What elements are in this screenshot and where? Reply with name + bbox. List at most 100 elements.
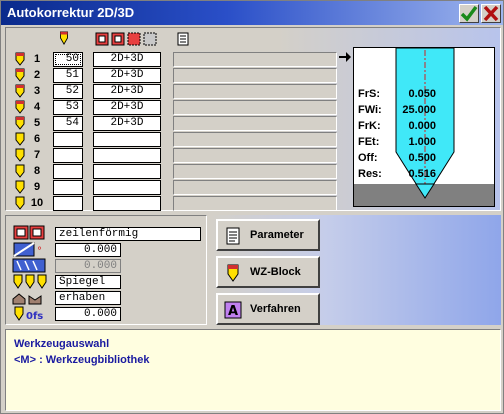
wz-block-button[interactable]: WZ-Block bbox=[216, 256, 320, 288]
tool-description-bar[interactable] bbox=[173, 164, 337, 179]
row-number: 4 bbox=[33, 101, 41, 113]
row-number: 1 bbox=[33, 53, 41, 65]
tool-description-bar[interactable] bbox=[173, 84, 337, 99]
depth-icon bbox=[12, 258, 46, 273]
preview-param-label: FrS: bbox=[358, 88, 380, 100]
mode-field[interactable] bbox=[93, 132, 161, 147]
tool-number-field[interactable]: 54 bbox=[53, 116, 83, 131]
tool-description-bar[interactable] bbox=[173, 52, 337, 67]
preview-param-row: FEt: 1.000 bbox=[358, 134, 436, 150]
offset-field[interactable]: 0.000 bbox=[55, 307, 121, 321]
tool-row: 8 bbox=[1, 164, 341, 179]
mode-field[interactable]: 2D+3D bbox=[93, 100, 161, 115]
tool-row: 2 51 2D+3D bbox=[1, 68, 341, 83]
verfahren-label: Verfahren bbox=[250, 303, 301, 315]
relief-field[interactable]: erhaben bbox=[55, 291, 121, 305]
row-number: 9 bbox=[33, 181, 41, 193]
tool-row: 4 53 2D+3D bbox=[1, 100, 341, 115]
angle-icon: ° bbox=[13, 242, 42, 257]
tool-row: 5 54 2D+3D bbox=[1, 116, 341, 131]
preview-param-value: 0.000 bbox=[408, 120, 436, 132]
pattern-icon bbox=[13, 225, 45, 240]
parameter-button[interactable]: Parameter bbox=[216, 219, 320, 251]
pattern-field[interactable]: zeilenförmig bbox=[55, 227, 201, 241]
row-number: 10 bbox=[30, 197, 44, 209]
status-panel: Werkzeugauswahl <M> : Werkzeugbibliothek bbox=[5, 329, 501, 411]
verfahren-button[interactable]: A Verfahren bbox=[216, 293, 320, 325]
svg-text:°: ° bbox=[37, 246, 42, 257]
mirror-icon bbox=[13, 274, 47, 289]
title-bar: Autokorrektur 2D/3D bbox=[1, 1, 503, 25]
tool-number-field[interactable] bbox=[53, 132, 83, 147]
tool-number-field[interactable]: 51 bbox=[53, 68, 83, 83]
mirror-field[interactable]: Spiegel bbox=[55, 275, 121, 289]
preview-param-row: Res: 0.516 bbox=[358, 166, 436, 182]
mode-field[interactable] bbox=[93, 148, 161, 163]
tool-number-field[interactable] bbox=[53, 164, 83, 179]
mode-field[interactable]: 2D+3D bbox=[93, 68, 161, 83]
mode-column-icons bbox=[95, 32, 159, 46]
tool-description-bar[interactable] bbox=[173, 148, 337, 163]
tool-icon bbox=[15, 100, 25, 114]
mode-field[interactable]: 2D+3D bbox=[93, 116, 161, 131]
autokorrektur-window: Autokorrektur 2D/3D 1 50 2D+3D 2 51 2D+3… bbox=[0, 0, 504, 414]
depth-field: 0.000 bbox=[55, 259, 121, 273]
mode-field[interactable] bbox=[93, 180, 161, 195]
preview-param-label: Res: bbox=[358, 168, 382, 180]
preview-param-row: FWi: 25.000 bbox=[358, 102, 436, 118]
preview-param-label: FWi: bbox=[358, 104, 382, 116]
mode-2d-3d-icon bbox=[95, 32, 157, 46]
tool-description-bar[interactable] bbox=[173, 68, 337, 83]
preview-param-value: 0.500 bbox=[408, 152, 436, 164]
tool-number-field[interactable] bbox=[53, 180, 83, 195]
tool-number-field[interactable] bbox=[53, 196, 83, 211]
tool-icon bbox=[15, 52, 25, 66]
preview-param-row: FrS: 0.050 bbox=[358, 86, 436, 102]
row-number: 2 bbox=[33, 69, 41, 81]
tool-number-field[interactable]: 53 bbox=[53, 100, 83, 115]
engrave-icon: A bbox=[224, 301, 242, 319]
tool-description-bar[interactable] bbox=[173, 116, 337, 131]
preview-param-row: FrK: 0.000 bbox=[358, 118, 436, 134]
tool-icon bbox=[15, 84, 25, 98]
preview-param-value: 1.000 bbox=[408, 136, 436, 148]
tool-description-bar[interactable] bbox=[173, 132, 337, 147]
tool-number-field[interactable]: 50 bbox=[53, 52, 83, 67]
document-icon bbox=[226, 227, 240, 245]
empty-tool-icon bbox=[15, 196, 25, 210]
confirm-button[interactable] bbox=[459, 4, 479, 23]
tool-row: 10 bbox=[1, 196, 341, 211]
mode-field[interactable]: 2D+3D bbox=[93, 84, 161, 99]
mode-field[interactable] bbox=[93, 196, 161, 211]
row-number: 6 bbox=[33, 133, 41, 145]
preview-param-label: FEt: bbox=[358, 136, 380, 148]
angle-field[interactable]: 0.000 bbox=[55, 243, 121, 257]
row-number: 3 bbox=[33, 85, 41, 97]
row-number: 5 bbox=[33, 117, 41, 129]
tool-row: 6 bbox=[1, 132, 341, 147]
tool-number-field[interactable]: 52 bbox=[53, 84, 83, 99]
tool-description-bar[interactable] bbox=[173, 100, 337, 115]
preview-param-row: Off: 0.500 bbox=[358, 150, 436, 166]
mode-field[interactable]: 2D+3D bbox=[93, 52, 161, 67]
preview-param-label: FrK: bbox=[358, 120, 381, 132]
tool-row: 3 52 2D+3D bbox=[1, 84, 341, 99]
svg-text:0fs: 0fs bbox=[26, 311, 43, 321]
window-title: Autokorrektur 2D/3D bbox=[7, 5, 135, 20]
relief-icon bbox=[12, 293, 42, 305]
tool-description-bar[interactable] bbox=[173, 196, 337, 211]
preview-param-label: Off: bbox=[358, 152, 378, 164]
tool-column-icon bbox=[60, 31, 68, 45]
tool-icon bbox=[227, 264, 239, 282]
tool-description-bar[interactable] bbox=[173, 180, 337, 195]
tool-row: 9 bbox=[1, 180, 341, 195]
empty-tool-icon bbox=[15, 132, 25, 146]
mode-field[interactable] bbox=[93, 164, 161, 179]
close-button[interactable] bbox=[481, 4, 501, 23]
preview-param-value: 25.000 bbox=[402, 104, 436, 116]
tool-number-field[interactable] bbox=[53, 148, 83, 163]
parameter-label: Parameter bbox=[250, 229, 304, 241]
row-number: 7 bbox=[33, 149, 41, 161]
tool-row: 7 bbox=[1, 148, 341, 163]
tool-preview: FrS: 0.050 FWi: 25.000 FrK: 0.000 FEt: 1.00… bbox=[353, 47, 495, 207]
